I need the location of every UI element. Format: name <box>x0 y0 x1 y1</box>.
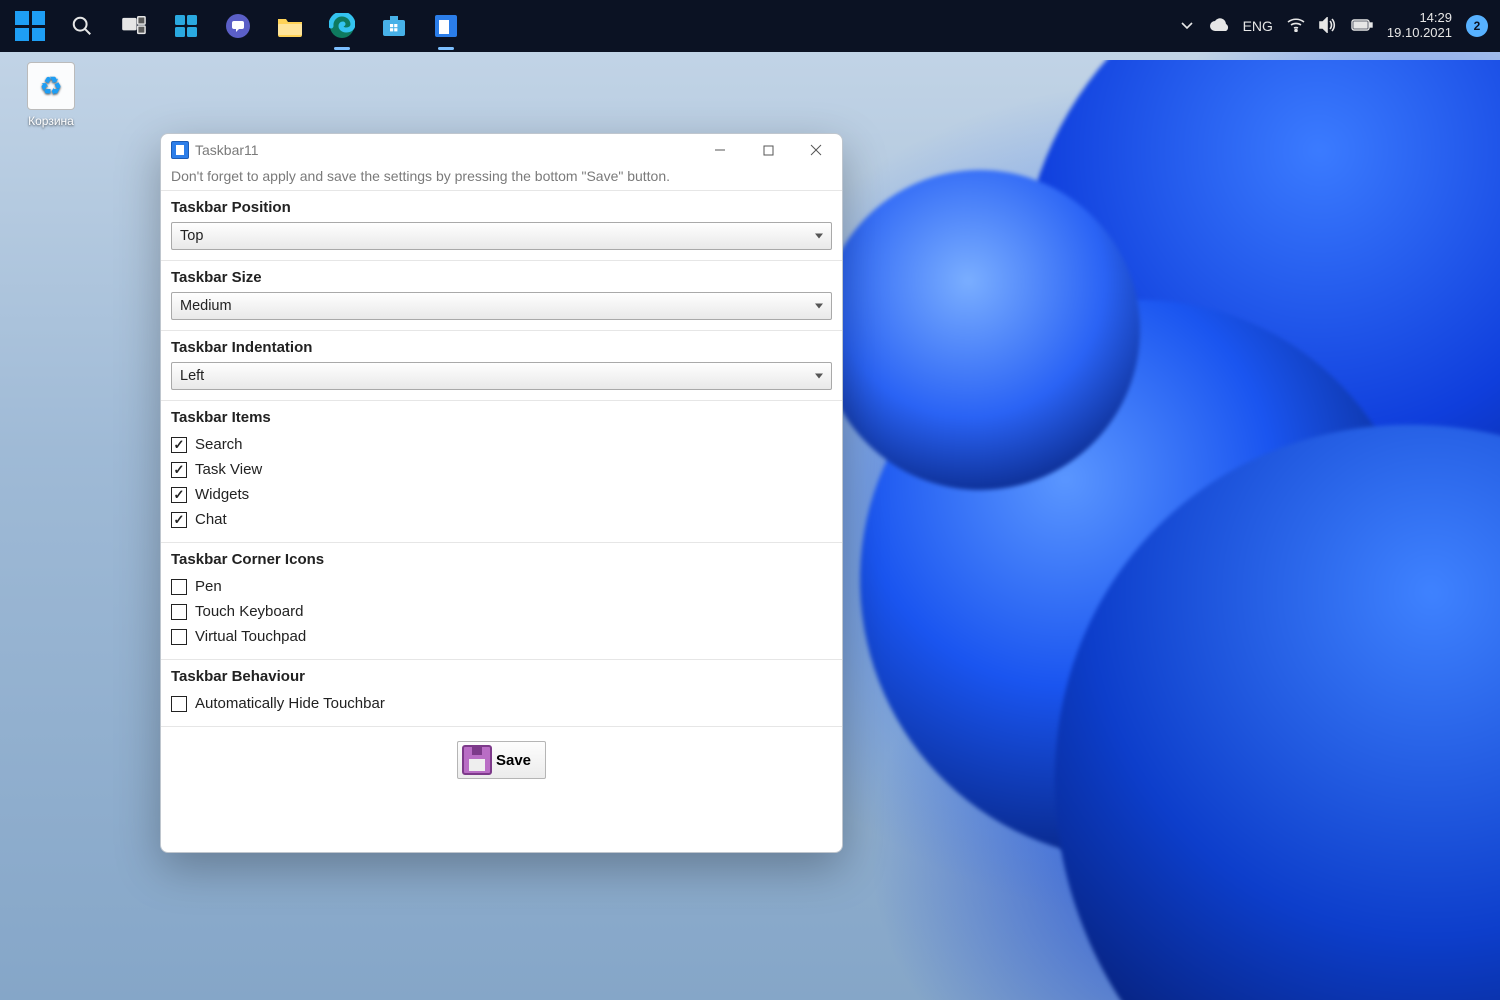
checkbox-virtual-touchpad[interactable] <box>171 629 187 645</box>
task-view-icon[interactable] <box>116 8 152 44</box>
checkbox-auto-hide[interactable] <box>171 696 187 712</box>
checkbox-touch-keyboard[interactable] <box>171 604 187 620</box>
chevron-down-icon[interactable] <box>1179 17 1195 36</box>
maximize-button[interactable] <box>744 134 792 166</box>
taskbar11-app-icon[interactable] <box>428 8 464 44</box>
battery-icon[interactable] <box>1351 18 1373 34</box>
heading-size: Taskbar Size <box>171 269 832 286</box>
onedrive-icon[interactable] <box>1209 18 1229 35</box>
heading-indent: Taskbar Indentation <box>171 339 832 356</box>
floppy-icon <box>462 745 492 775</box>
section-position: Taskbar Position Top <box>161 190 842 260</box>
ms-store-icon[interactable] <box>376 8 412 44</box>
date-text: 19.10.2021 <box>1387 26 1452 41</box>
notification-badge[interactable]: 2 <box>1466 15 1488 37</box>
search-icon[interactable] <box>64 8 100 44</box>
section-items: Taskbar Items Search Task View Widgets C… <box>161 400 842 542</box>
taskbar11-window: Taskbar11 Don't forget to apply and save… <box>160 133 843 853</box>
file-explorer-icon[interactable] <box>272 8 308 44</box>
recycle-bin-label: Корзина <box>12 114 90 128</box>
section-indent: Taskbar Indentation Left <box>161 330 842 400</box>
close-button[interactable] <box>792 134 840 166</box>
start-button[interactable] <box>12 8 48 44</box>
checkbox-pen[interactable] <box>171 579 187 595</box>
heading-behaviour: Taskbar Behaviour <box>171 668 832 685</box>
wifi-icon[interactable] <box>1287 18 1305 35</box>
recycle-bin[interactable]: ♻ Корзина <box>12 62 90 128</box>
window-title: Taskbar11 <box>195 142 259 158</box>
hint-text: Don't forget to apply and save the setti… <box>161 166 842 190</box>
clock[interactable]: 14:29 19.10.2021 <box>1387 11 1452 41</box>
checkbox-task-view[interactable] <box>171 462 187 478</box>
heading-position: Taskbar Position <box>171 199 832 216</box>
dropdown-indent[interactable]: Left <box>171 362 832 390</box>
section-size: Taskbar Size Medium <box>161 260 842 330</box>
dropdown-position[interactable]: Top <box>171 222 832 250</box>
heading-items: Taskbar Items <box>171 409 832 426</box>
section-behaviour: Taskbar Behaviour Automatically Hide Tou… <box>161 659 842 726</box>
checkbox-chat[interactable] <box>171 512 187 528</box>
time-text: 14:29 <box>1387 11 1452 26</box>
language-indicator[interactable]: ENG <box>1243 18 1273 34</box>
volume-icon[interactable] <box>1319 17 1337 36</box>
checkbox-widgets[interactable] <box>171 487 187 503</box>
chat-icon[interactable] <box>220 8 256 44</box>
titlebar[interactable]: Taskbar11 <box>161 134 842 166</box>
taskbar: ENG 14:29 19.10.2021 2 <box>0 0 1500 52</box>
edge-icon[interactable] <box>324 8 360 44</box>
checkbox-search[interactable] <box>171 437 187 453</box>
minimize-button[interactable] <box>696 134 744 166</box>
heading-corner: Taskbar Corner Icons <box>171 551 832 568</box>
section-corner: Taskbar Corner Icons Pen Touch Keyboard … <box>161 542 842 659</box>
save-button[interactable]: Save <box>457 741 546 779</box>
widgets-icon[interactable] <box>168 8 204 44</box>
app-icon <box>171 141 189 159</box>
dropdown-size[interactable]: Medium <box>171 292 832 320</box>
recycle-icon: ♻ <box>39 71 62 102</box>
